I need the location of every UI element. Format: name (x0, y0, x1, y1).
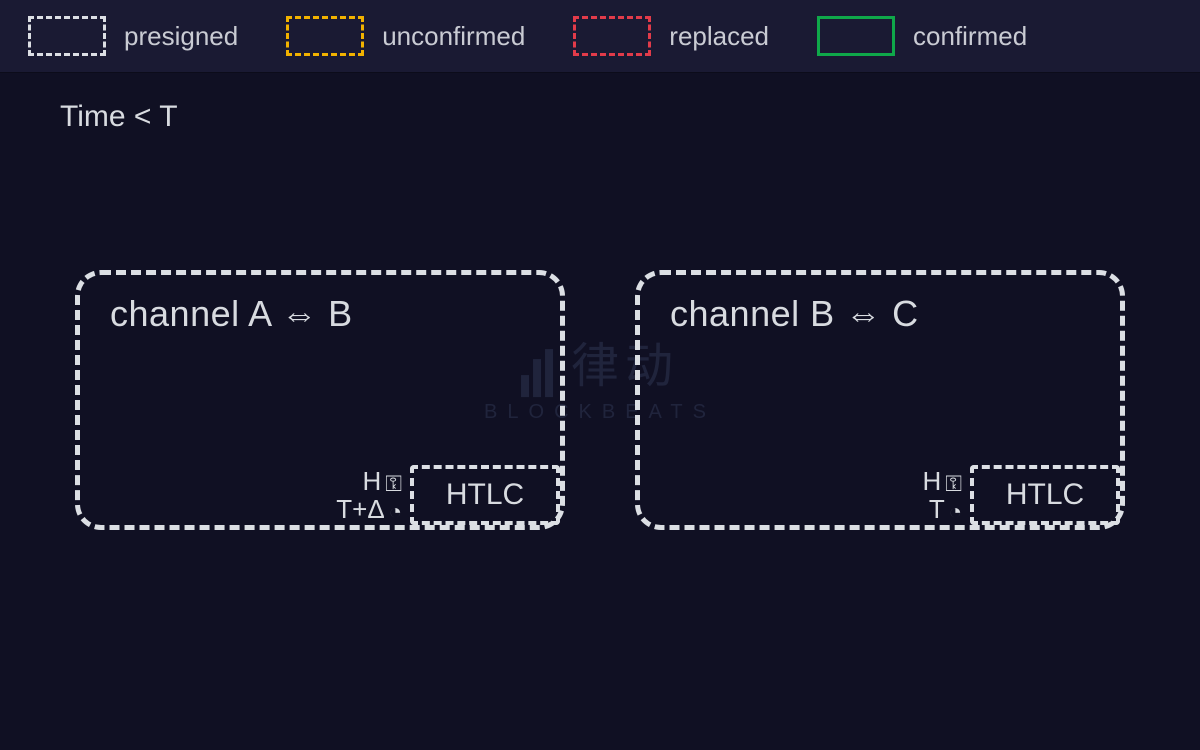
legend-item-replaced: replaced (573, 16, 769, 56)
key-icon (945, 468, 962, 495)
htlc-hash-row-a-b: H (336, 468, 402, 495)
swatch-confirmed (817, 16, 895, 56)
legend-item-unconfirmed: unconfirmed (286, 16, 525, 56)
htlc-box-a-b: HTLC (410, 465, 560, 525)
channel-title-a-b: channel A ⇔ B (110, 293, 530, 335)
swatch-presigned (28, 16, 106, 56)
htlc-time-row-b-c: T (922, 496, 962, 523)
legend-label-presigned: presigned (124, 21, 238, 52)
channel-box-b-c: channel B ⇔ C H T HTLC (635, 270, 1125, 530)
htlc-time-label-b-c: T (929, 496, 945, 523)
legend-label-confirmed: confirmed (913, 21, 1027, 52)
diagram-canvas: channel A ⇔ B H T+Δ HTLC channel B ⇔ C H… (0, 270, 1200, 530)
legend-item-confirmed: confirmed (817, 16, 1027, 56)
htlc-time-label-a-b: T+Δ (336, 496, 384, 523)
time-condition: Time < T (60, 100, 178, 134)
clock-icon (389, 496, 402, 523)
htlc-box-b-c: HTLC (970, 465, 1120, 525)
clock-icon (949, 496, 962, 523)
htlc-hash-label-b-c: H (922, 468, 941, 495)
legend-bar: presigned unconfirmed replaced confirmed (0, 0, 1200, 73)
channel-box-a-b: channel A ⇔ B H T+Δ HTLC (75, 270, 565, 530)
htlc-hash-row-b-c: H (922, 468, 962, 495)
key-icon (385, 468, 402, 495)
legend-item-presigned: presigned (28, 16, 238, 56)
legend-label-unconfirmed: unconfirmed (382, 21, 525, 52)
legend-label-replaced: replaced (669, 21, 769, 52)
channel-title-b-c: channel B ⇔ C (670, 293, 1090, 335)
swatch-unconfirmed (286, 16, 364, 56)
htlc-hash-label-a-b: H (362, 468, 381, 495)
htlc-meta-a-b: H T+Δ (336, 468, 402, 523)
htlc-time-row-a-b: T+Δ (336, 496, 402, 523)
swatch-replaced (573, 16, 651, 56)
htlc-meta-b-c: H T (922, 468, 962, 523)
